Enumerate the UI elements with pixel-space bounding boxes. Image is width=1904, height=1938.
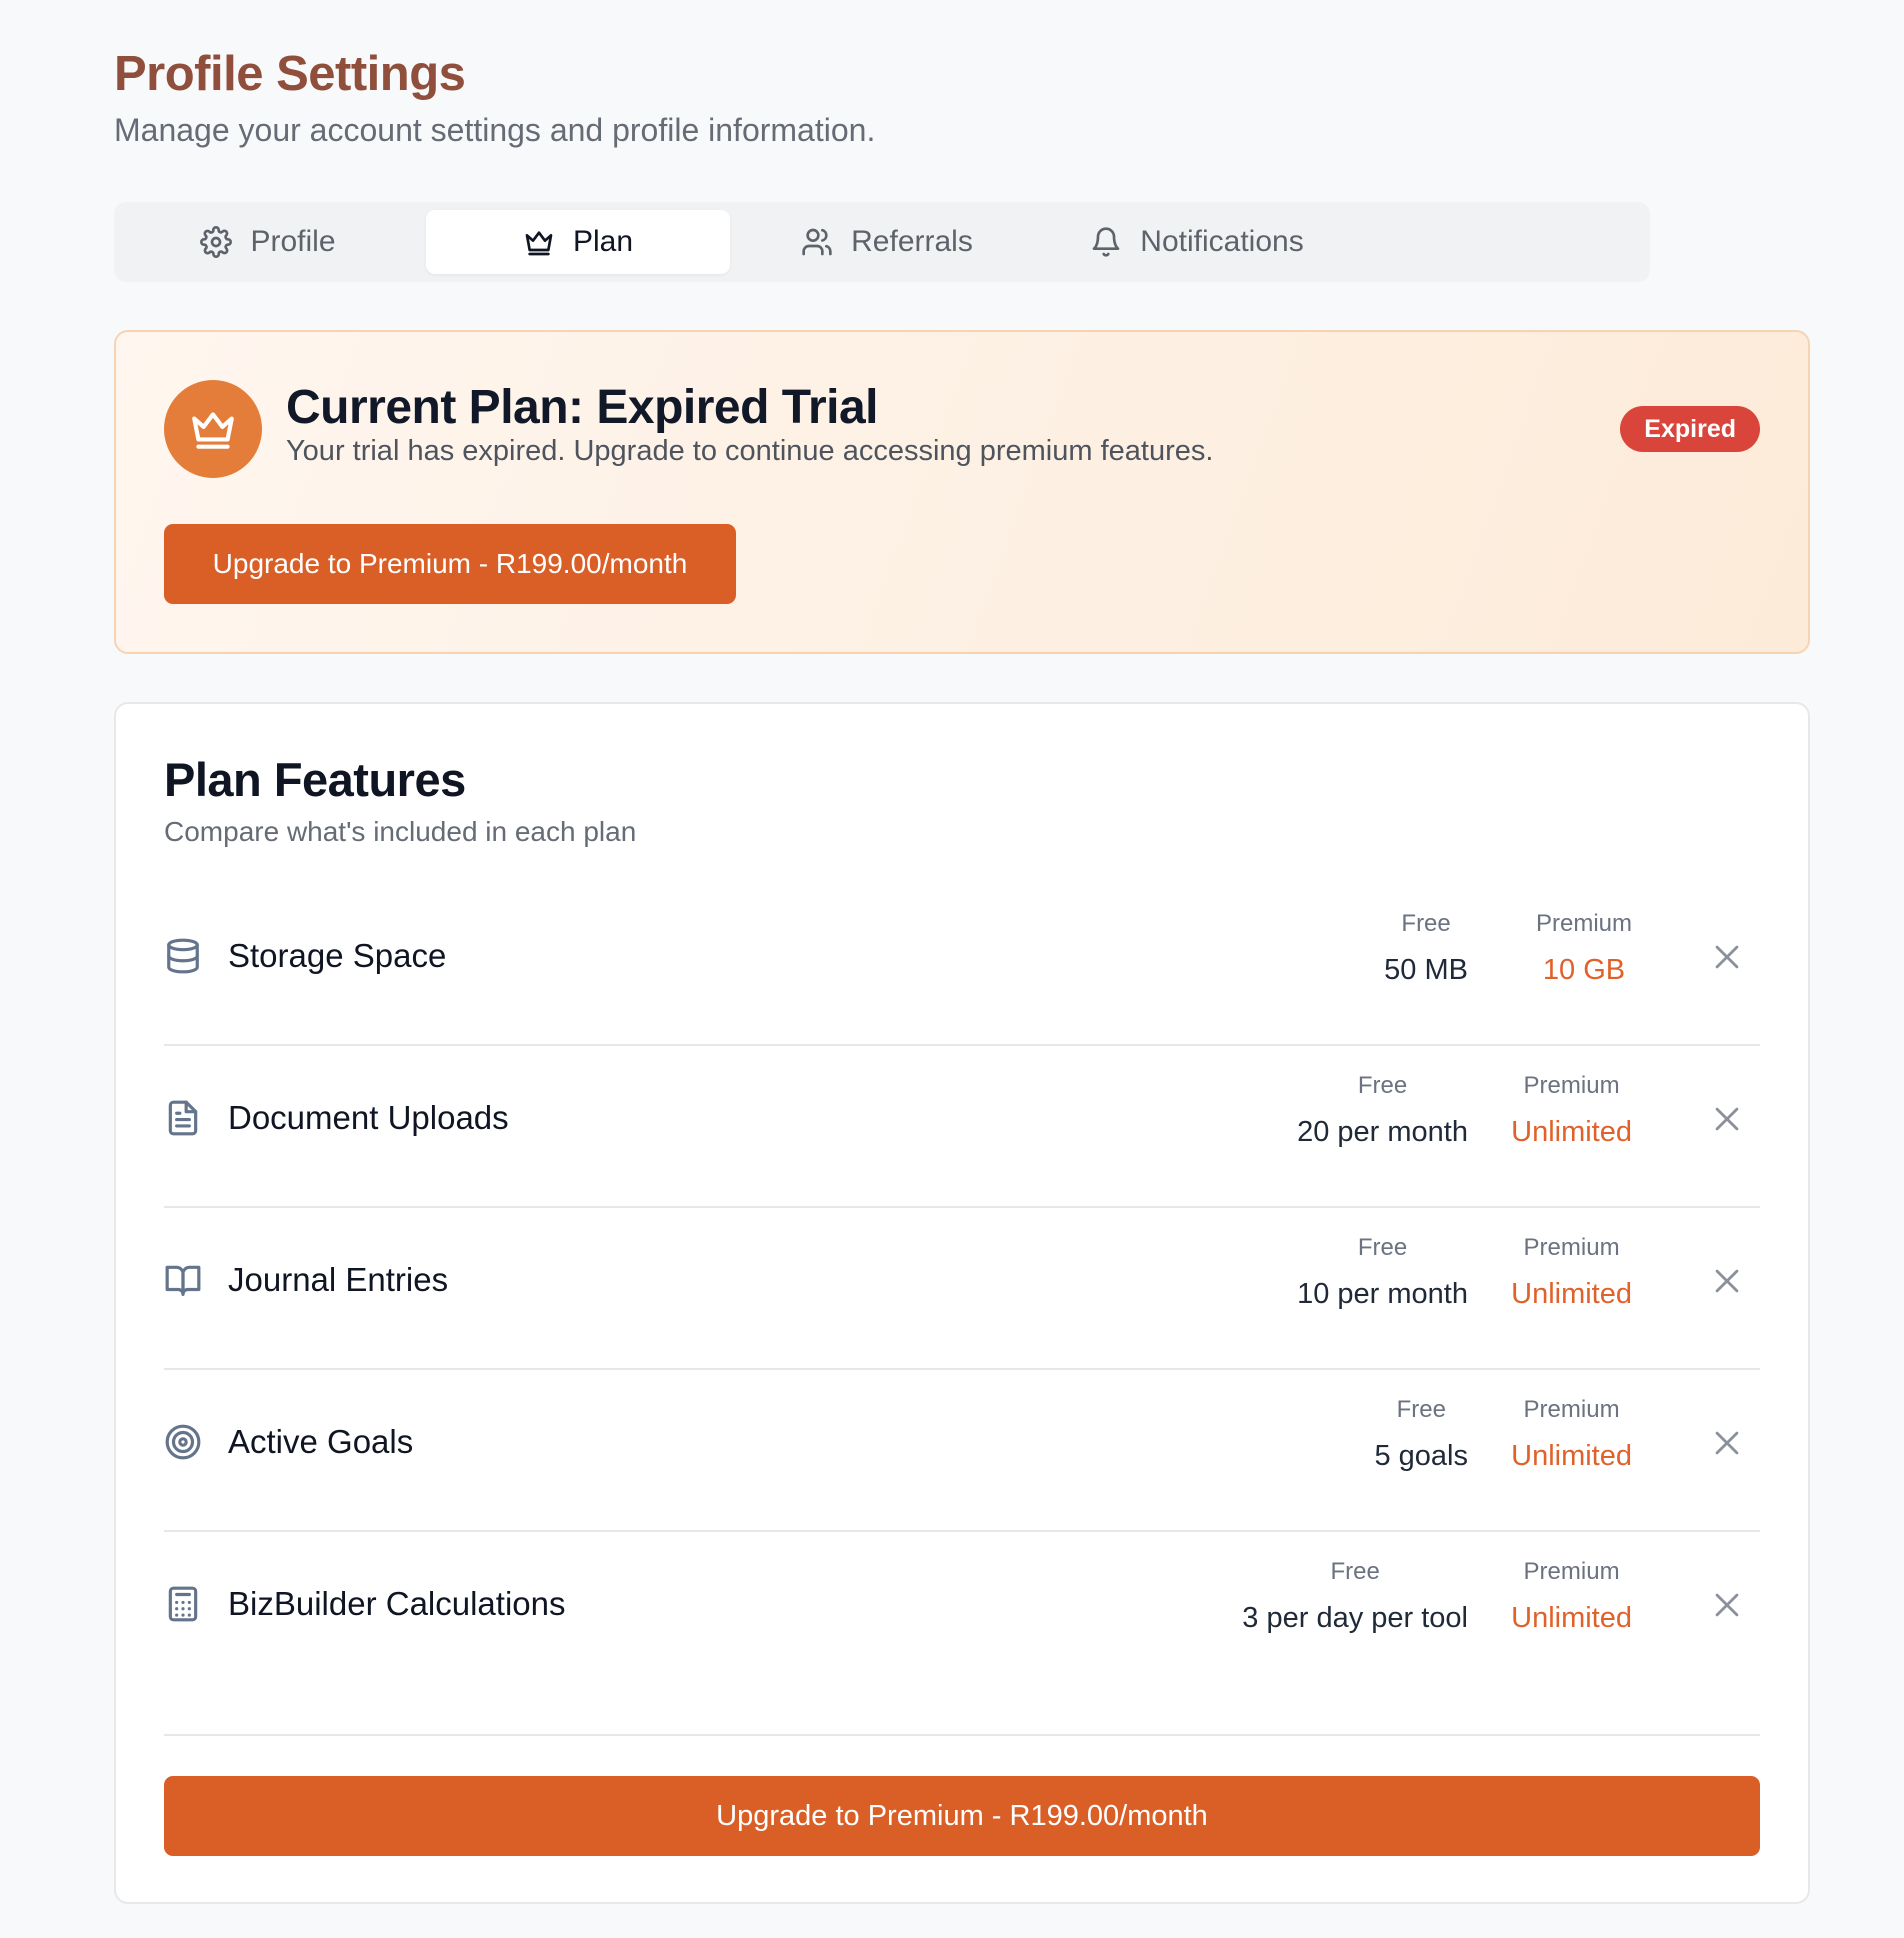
premium-label: Premium <box>1535 910 1632 937</box>
free-column: Free 3 per day per tool <box>1242 1556 1468 1636</box>
gear-icon <box>200 226 233 258</box>
close-icon <box>1715 1431 1739 1455</box>
premium-value: Unlimited <box>1511 1278 1632 1310</box>
feature-row-goals: Active Goals Free 5 goals Premium Unlimi… <box>164 1370 1760 1532</box>
document-icon <box>168 1100 198 1136</box>
tab-label: Referrals <box>851 225 973 258</box>
tab-referrals[interactable]: Referrals <box>734 210 1040 274</box>
plan-title: Current Plan: Expired Trial <box>286 381 878 434</box>
premium-value: Unlimited <box>1511 1602 1632 1634</box>
users-icon <box>802 228 832 256</box>
free-value: 10 per month <box>1297 1278 1468 1310</box>
free-label: Free <box>1357 1234 1408 1261</box>
premium-value: Unlimited <box>1511 1440 1632 1472</box>
settings-tabs: Profile Plan Referrals Notifications <box>114 202 1650 282</box>
feature-name: Active Goals <box>228 1423 414 1460</box>
page-title: Profile Settings <box>114 47 466 101</box>
feature-row-journal: Journal Entries Free 10 per month Premiu… <box>164 1208 1760 1370</box>
tab-plan[interactable]: Plan <box>426 210 730 274</box>
premium-column: Premium 10 GB <box>1536 908 1632 988</box>
feature-row-storage: Storage Space Free 50 MB Premium 10 GB <box>164 884 1760 1046</box>
premium-label: Premium <box>1523 1558 1620 1585</box>
feature-name: BizBuilder Calculations <box>228 1585 566 1622</box>
status-badge: Expired <box>1620 406 1760 452</box>
database-icon <box>167 938 199 974</box>
book-icon <box>165 1265 201 1296</box>
free-label: Free <box>1401 910 1451 937</box>
tab-label: Plan <box>572 225 634 258</box>
crown-icon <box>192 412 234 449</box>
premium-value: 10 GB <box>1542 954 1626 986</box>
free-column: Free 10 per month <box>1297 1232 1468 1312</box>
free-label: Free <box>1357 1072 1408 1099</box>
premium-label: Premium <box>1523 1396 1620 1423</box>
features-title: Plan Features <box>164 753 466 806</box>
free-column: Free 50 MB <box>1384 908 1468 988</box>
tab-notifications[interactable]: Notifications <box>1044 210 1350 274</box>
tab-label: Profile <box>250 225 336 258</box>
upgrade-button-bottom[interactable]: Upgrade to Premium - R199.00/month <box>164 1776 1760 1856</box>
free-value: 3 per day per tool <box>1242 1602 1468 1634</box>
plan-avatar <box>164 380 262 478</box>
plan-features-card: Plan Features Compare what's included in… <box>114 702 1810 1904</box>
feature-row-calculations: BizBuilder Calculations Free 3 per day p… <box>164 1532 1760 1736</box>
crown-icon <box>525 231 553 256</box>
premium-label: Premium <box>1523 1234 1620 1261</box>
tab-label: Notifications <box>1140 225 1304 258</box>
calculator-icon <box>168 1586 198 1622</box>
free-value: 20 per month <box>1297 1116 1468 1148</box>
premium-label: Premium <box>1523 1072 1620 1099</box>
free-value: 5 goals <box>1374 1440 1468 1472</box>
close-icon <box>1715 945 1739 969</box>
feature-name: Storage Space <box>228 937 447 974</box>
close-icon <box>1715 1269 1739 1293</box>
premium-value: Unlimited <box>1511 1116 1632 1148</box>
free-label: Free <box>1396 1396 1446 1423</box>
feature-name: Document Uploads <box>228 1099 509 1136</box>
page-subtitle: Manage your account settings and profile… <box>114 112 876 148</box>
premium-column: Premium Unlimited <box>1511 1394 1632 1474</box>
plan-description: Your trial has expired. Upgrade to conti… <box>286 435 1214 467</box>
free-column: Free 20 per month <box>1297 1070 1468 1150</box>
tab-profile[interactable]: Profile <box>114 210 422 274</box>
feature-name: Journal Entries <box>228 1261 449 1298</box>
premium-column: Premium Unlimited <box>1511 1232 1632 1312</box>
features-subtitle: Compare what's included in each plan <box>164 816 637 847</box>
bell-icon <box>1092 227 1120 257</box>
premium-column: Premium Unlimited <box>1511 1070 1632 1150</box>
upgrade-button[interactable]: Upgrade to Premium - R199.00/month <box>164 524 736 604</box>
premium-column: Premium Unlimited <box>1511 1556 1632 1636</box>
current-plan-card: Current Plan: Expired Trial Your trial h… <box>114 330 1810 654</box>
close-icon <box>1715 1593 1739 1617</box>
free-column: Free 5 goals <box>1374 1394 1468 1474</box>
free-label: Free <box>1330 1558 1380 1585</box>
target-icon <box>165 1424 201 1460</box>
feature-row-documents: Document Uploads Free 20 per month Premi… <box>164 1046 1760 1208</box>
close-icon <box>1715 1107 1739 1131</box>
free-value: 50 MB <box>1384 954 1468 986</box>
